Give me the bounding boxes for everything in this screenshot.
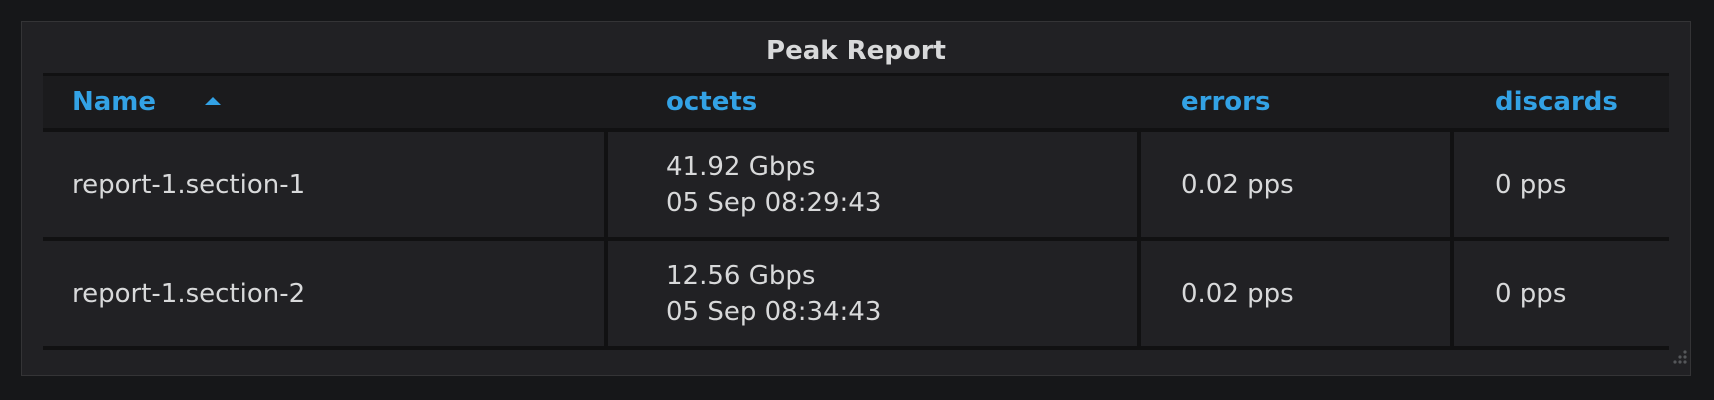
cell-discards: 0 pps [1495, 241, 1566, 346]
octets-value: 41.92 Gbps [666, 151, 816, 182]
panel-title[interactable]: Peak Report [22, 36, 1690, 66]
column-divider [1137, 241, 1141, 346]
cell-name: report-1.section-2 [72, 241, 305, 346]
cell-name: report-1.section-1 [72, 132, 305, 237]
column-divider [1137, 132, 1141, 237]
errors-value: 0.02 pps [1181, 169, 1294, 200]
column-divider [1450, 132, 1454, 237]
row-name: report-1.section-2 [72, 278, 306, 309]
column-header-octets[interactable]: octets [666, 76, 757, 128]
discards-value: 0 pps [1495, 169, 1567, 200]
cell-octets: 41.92 Gbps 05 Sep 08:29:43 [666, 132, 881, 237]
octets-timestamp: 05 Sep 08:34:43 [666, 296, 882, 327]
column-header-name[interactable]: Name [72, 76, 156, 128]
table-row: report-1.section-1 41.92 Gbps 05 Sep 08:… [43, 132, 1669, 241]
errors-value: 0.02 pps [1181, 278, 1294, 309]
cell-discards: 0 pps [1495, 132, 1566, 237]
peak-report-table: Name octets errors discards report-1.sec… [43, 73, 1669, 350]
sort-ascending-icon[interactable] [205, 97, 221, 105]
octets-value: 12.56 Gbps [666, 260, 816, 291]
column-header-errors[interactable]: errors [1181, 76, 1270, 128]
peak-report-panel: Peak Report Name octets errors discards … [21, 21, 1691, 376]
column-divider [604, 132, 608, 237]
discards-value: 0 pps [1495, 278, 1567, 309]
cell-errors: 0.02 pps [1181, 241, 1294, 346]
cell-octets: 12.56 Gbps 05 Sep 08:34:43 [666, 241, 881, 346]
row-name: report-1.section-1 [72, 169, 306, 200]
octets-timestamp: 05 Sep 08:29:43 [666, 187, 882, 218]
column-header-name-label[interactable]: Name [72, 87, 156, 117]
table-row: report-1.section-2 12.56 Gbps 05 Sep 08:… [43, 241, 1669, 350]
table-header: Name octets errors discards [43, 73, 1669, 132]
cell-errors: 0.02 pps [1181, 132, 1294, 237]
column-header-discards[interactable]: discards [1495, 76, 1618, 128]
column-divider [1450, 241, 1454, 346]
column-divider [604, 241, 608, 346]
resize-handle-icon[interactable] [1665, 350, 1687, 372]
